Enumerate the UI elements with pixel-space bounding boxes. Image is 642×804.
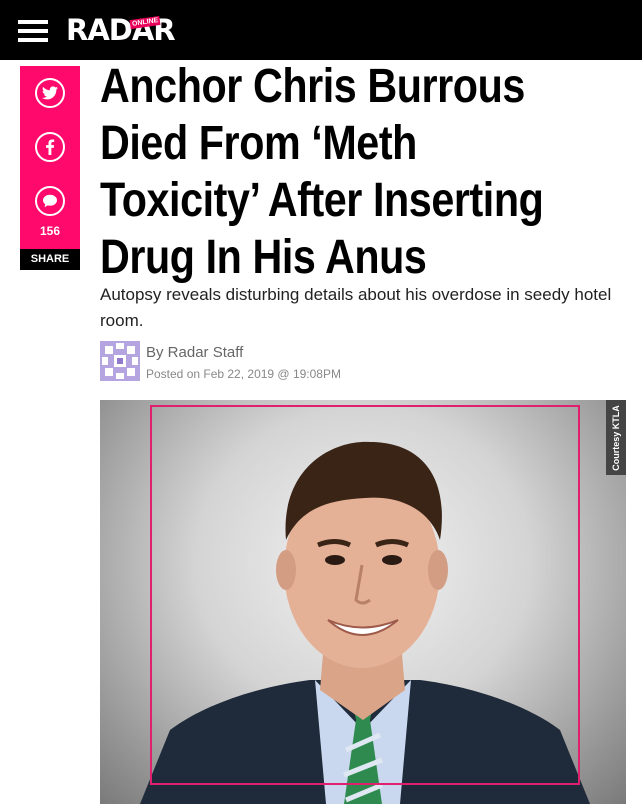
image-credit: Courtesy KTLA (606, 400, 626, 475)
facebook-icon (46, 139, 55, 155)
headline-line: Died From ‘Meth (100, 117, 417, 170)
twitter-share-button[interactable] (35, 78, 65, 108)
comment-count: 156 (39, 224, 61, 238)
author-avatar[interactable] (100, 341, 140, 381)
article-headline: Anchor Chris Burrous Died From ‘Meth Tox… (100, 58, 630, 286)
twitter-icon (42, 86, 58, 100)
top-nav-bar: RADAR ONLINE (0, 0, 642, 60)
facebook-share-button[interactable] (35, 132, 65, 162)
headline-line: Anchor Chris Burrous (100, 60, 525, 113)
avatar-pattern-icon (100, 341, 140, 381)
headline-line: Drug In His Anus (100, 231, 427, 284)
share-button[interactable]: SHARE (20, 249, 80, 270)
hamburger-icon[interactable] (18, 20, 48, 42)
comments-button[interactable] (35, 186, 65, 216)
author-byline[interactable]: By Radar Staff (146, 344, 243, 361)
headline-line: Toxicity’ After Inserting (100, 174, 544, 227)
share-rail: 156 SHARE (20, 66, 80, 270)
comment-icon (43, 194, 57, 208)
site-logo[interactable]: RADAR ONLINE (66, 12, 176, 48)
hero-image[interactable] (100, 400, 626, 804)
image-frame (150, 405, 580, 785)
article-subheadline: Autopsy reveals disturbing details about… (100, 285, 612, 330)
image-credit-text: Courtesy KTLA (611, 404, 621, 471)
post-date: Posted on Feb 22, 2019 @ 19:08PM (146, 367, 341, 381)
